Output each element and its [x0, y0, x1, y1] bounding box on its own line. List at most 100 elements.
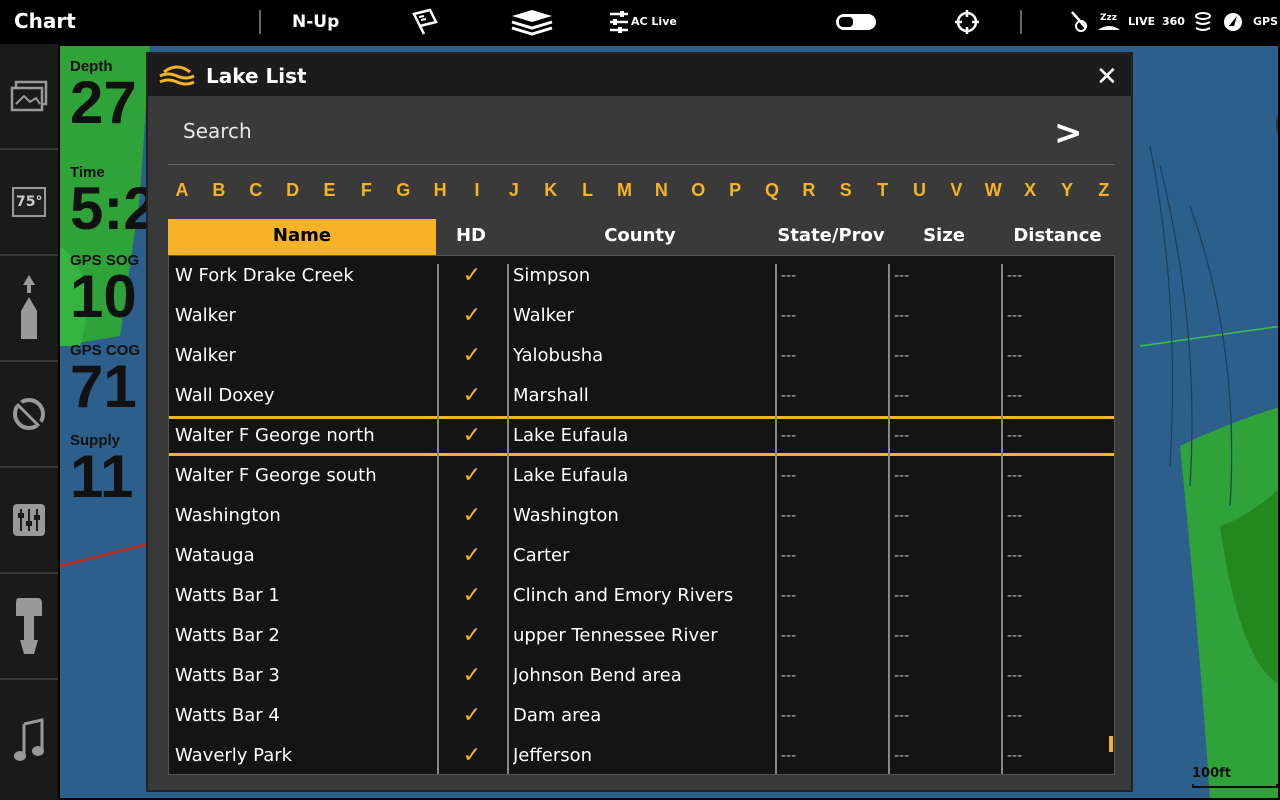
divider: [1020, 10, 1022, 34]
table-row[interactable]: Walker ✓ Walker --- --- ---: [169, 296, 1114, 336]
music-icon[interactable]: [0, 680, 58, 800]
top-bar: Chart N-Up AC Live Zzz LIVE 360 GPS: [0, 0, 1280, 44]
hd-check-icon: ✓: [462, 703, 482, 728]
close-button[interactable]: ✕: [1096, 62, 1118, 92]
column-header-distance[interactable]: Distance: [1000, 219, 1115, 255]
letter-e[interactable]: E: [320, 180, 340, 206]
cell-county: Johnson Bend area: [513, 665, 682, 686]
table-row[interactable]: Walter F George south ✓ Lake Eufaula --- ---…: [169, 456, 1114, 496]
column-divider: [888, 264, 890, 774]
letter-d[interactable]: D: [283, 180, 303, 206]
column-divider: [775, 264, 777, 774]
letter-a[interactable]: A: [172, 180, 192, 206]
letter-n[interactable]: N: [651, 180, 671, 206]
letter-x[interactable]: X: [1020, 180, 1040, 206]
views-icon[interactable]: [0, 44, 58, 150]
hd-check-icon: ✓: [462, 503, 482, 528]
layers-icon[interactable]: [510, 8, 554, 40]
column-header-state[interactable]: State/Prov: [774, 219, 888, 255]
letter-l[interactable]: L: [578, 180, 598, 206]
cell-county: Dam area: [513, 705, 602, 726]
cell-state: ---: [781, 268, 797, 284]
cell-state: ---: [781, 588, 797, 604]
table-row[interactable]: Waverly Park ✓ Jefferson --- --- ---: [169, 736, 1114, 776]
letter-z[interactable]: Z: [1094, 180, 1114, 206]
letter-q[interactable]: Q: [762, 180, 782, 206]
letter-p[interactable]: P: [725, 180, 745, 206]
cell-distance: ---: [1007, 748, 1023, 764]
hd-check-icon: ✓: [462, 663, 482, 688]
sonar-icon[interactable]: [0, 362, 58, 468]
cell-distance: ---: [1007, 388, 1023, 404]
letter-j[interactable]: J: [504, 180, 524, 206]
hd-check-icon: ✓: [462, 263, 482, 288]
letter-c[interactable]: C: [246, 180, 266, 206]
orientation-button[interactable]: N-Up: [292, 12, 339, 32]
letter-v[interactable]: V: [946, 180, 966, 206]
cell-distance: ---: [1007, 468, 1023, 484]
water-temp-icon[interactable]: 75°: [0, 150, 58, 256]
letter-u[interactable]: U: [910, 180, 930, 206]
cell-county: Yalobusha: [513, 345, 604, 366]
cell-name: Walker: [175, 345, 236, 366]
table-row[interactable]: W Fork Drake Creek ✓ Simpson --- --- ---: [169, 256, 1114, 296]
letter-s[interactable]: S: [836, 180, 856, 206]
column-header-county[interactable]: County: [506, 219, 774, 255]
table-row[interactable]: Watts Bar 1 ✓ Clinch and Emory Rivers --- --…: [169, 576, 1114, 616]
column-divider: [1001, 264, 1003, 774]
crosshair-icon[interactable]: [954, 8, 980, 40]
trolling-motor-icon[interactable]: [0, 574, 58, 680]
column-header-hd[interactable]: HD: [436, 219, 506, 255]
table-row[interactable]: Walker ✓ Yalobusha --- --- ---: [169, 336, 1114, 376]
cell-state: ---: [781, 468, 797, 484]
column-divider: [507, 264, 509, 774]
sonar-360-status: 360: [1162, 15, 1185, 28]
search-field[interactable]: Search >: [168, 109, 1115, 165]
table-row[interactable]: Washington ✓ Washington --- --- ---: [169, 496, 1114, 536]
table-row[interactable]: Watauga ✓ Carter --- --- ---: [169, 536, 1114, 576]
table-row[interactable]: Watts Bar 2 ✓ upper Tennessee River --- --- -…: [169, 616, 1114, 656]
cell-name: Walter F George south: [175, 465, 377, 486]
lake-list-dialog: Lake List ✕ Search > ABCDEFGHIJKLMNOPQRS…: [146, 52, 1133, 792]
search-go-button[interactable]: >: [1054, 113, 1083, 153]
letter-k[interactable]: K: [541, 180, 561, 206]
scrollbar[interactable]: [1109, 736, 1113, 752]
databox-gps-sog: GPS SOG 10: [70, 252, 139, 327]
hd-check-icon: ✓: [462, 303, 482, 328]
column-header-size[interactable]: Size (acres): [888, 219, 1000, 280]
settings-sliders-icon[interactable]: [0, 468, 58, 574]
letter-h[interactable]: H: [430, 180, 450, 206]
letter-r[interactable]: R: [799, 180, 819, 206]
letter-t[interactable]: T: [873, 180, 893, 206]
letter-w[interactable]: W: [983, 180, 1003, 206]
databox-value: 71: [70, 353, 137, 420]
letter-b[interactable]: B: [209, 180, 229, 206]
toggle-icon[interactable]: [835, 12, 877, 36]
waypoint-flag-icon[interactable]: [410, 8, 440, 40]
ac-live-sliders-icon[interactable]: [608, 8, 630, 40]
sleep-icon: Zzz: [1096, 8, 1122, 40]
letter-o[interactable]: O: [688, 180, 708, 206]
water-temp-value: 75°: [16, 194, 43, 210]
ac-live-label[interactable]: AC Live: [631, 15, 677, 28]
table-row[interactable]: Watts Bar 4 ✓ Dam area --- --- ---: [169, 696, 1114, 736]
table-row[interactable]: Watts Bar 3 ✓ Johnson Bend area --- --- ---: [169, 656, 1114, 696]
view-title[interactable]: Chart: [14, 9, 76, 33]
letter-f[interactable]: F: [356, 180, 376, 206]
cell-distance: ---: [1007, 308, 1023, 324]
table-row[interactable]: Walter F George north ✓ Lake Eufaula --- ---…: [169, 416, 1114, 456]
divider: [259, 10, 261, 34]
letter-g[interactable]: G: [393, 180, 413, 206]
cell-name: Watauga: [175, 545, 255, 566]
cell-name: Watts Bar 2: [175, 625, 280, 646]
cell-distance: ---: [1007, 508, 1023, 524]
table-row[interactable]: Wall Doxey ✓ Marshall --- --- ---: [169, 376, 1114, 416]
letter-y[interactable]: Y: [1057, 180, 1077, 206]
letter-i[interactable]: I: [467, 180, 487, 206]
column-header-name[interactable]: Name: [168, 219, 436, 255]
transducer-off-icon: [1068, 8, 1090, 40]
letter-m[interactable]: M: [615, 180, 635, 206]
navigation-boat-icon[interactable]: [0, 256, 58, 362]
search-label: Search: [183, 119, 252, 143]
databox-value: 11: [70, 443, 134, 510]
